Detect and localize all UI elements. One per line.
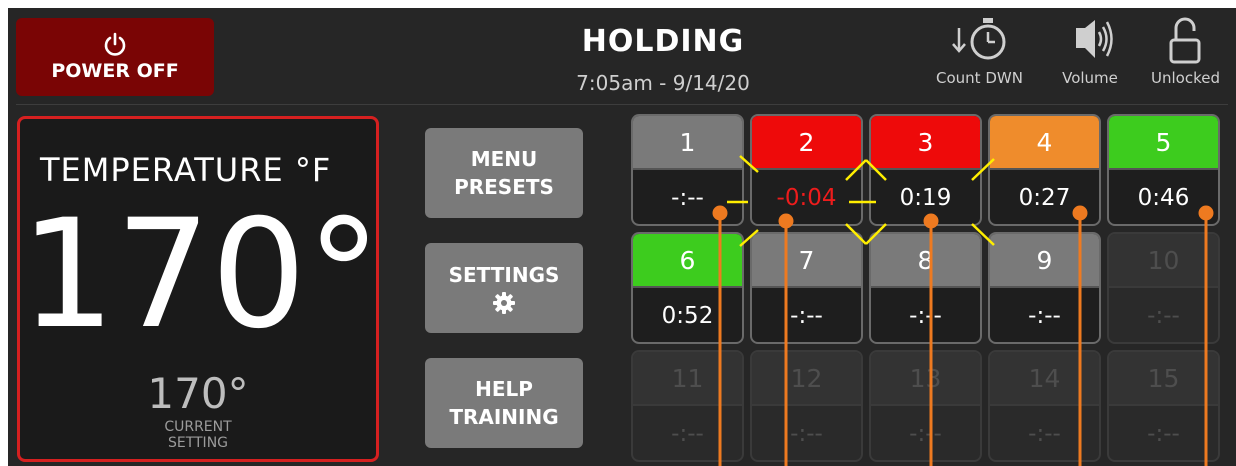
volume-button[interactable]: Volume xyxy=(1062,16,1118,87)
current-setting-label-line2: SETTING xyxy=(167,435,229,451)
gear-icon xyxy=(493,292,515,314)
tile-number: 1 xyxy=(633,116,742,168)
timer-tile-1[interactable]: 1 -:-- xyxy=(631,114,744,226)
tile-time: 0:27 xyxy=(990,168,1099,224)
timer-tile-2[interactable]: 2 -0:04 xyxy=(750,114,863,226)
temperature-value: 170° xyxy=(20,188,382,362)
lock-button[interactable]: Unlocked xyxy=(1151,16,1220,87)
tile-time: -:-- xyxy=(990,404,1099,460)
timer-tile-12[interactable]: 12 -:-- xyxy=(750,350,863,462)
current-setting-label: CURRENT SETTING xyxy=(20,419,376,451)
power-off-label: POWER OFF xyxy=(51,60,179,82)
timer-tile-5[interactable]: 5 0:46 xyxy=(1107,114,1220,226)
tile-number: 10 xyxy=(1109,234,1218,286)
timer-tile-4[interactable]: 4 0:27 xyxy=(988,114,1101,226)
help-training-line2: TRAINING xyxy=(449,405,559,429)
menu-presets-line2: PRESETS xyxy=(454,175,554,199)
timer-tile-15[interactable]: 15 -:-- xyxy=(1107,350,1220,462)
speaker-icon xyxy=(1076,20,1113,58)
tile-time: -:-- xyxy=(1109,404,1218,460)
tile-time: 0:46 xyxy=(1109,168,1218,224)
tile-number: 8 xyxy=(871,234,980,286)
help-training-line1: HELP xyxy=(475,377,533,401)
timer-tile-7[interactable]: 7 -:-- xyxy=(750,232,863,344)
tile-number: 3 xyxy=(871,116,980,168)
tile-number: 12 xyxy=(752,352,861,404)
volume-label: Volume xyxy=(1062,69,1118,87)
tile-time: -:-- xyxy=(1109,286,1218,342)
tile-number: 4 xyxy=(990,116,1099,168)
count-down-button[interactable]: Count DWN xyxy=(936,16,1023,87)
timer-tile-11[interactable]: 11 -:-- xyxy=(631,350,744,462)
help-training-button[interactable]: HELP TRAINING xyxy=(425,358,583,448)
menu-presets-button[interactable]: MENU PRESETS xyxy=(425,128,583,218)
tile-time: -:-- xyxy=(871,286,980,342)
tile-time: -:-- xyxy=(752,404,861,460)
menu-presets-line1: MENU xyxy=(470,147,538,171)
tile-number: 5 xyxy=(1109,116,1218,168)
tile-time: 0:52 xyxy=(633,286,742,342)
date-time: 7:05am - 9/14/20 xyxy=(576,71,750,95)
stopwatch-icon xyxy=(952,18,1006,60)
settings-button[interactable]: SETTINGS xyxy=(425,243,583,333)
timer-tile-14[interactable]: 14 -:-- xyxy=(988,350,1101,462)
count-down-label: Count DWN xyxy=(936,69,1023,87)
current-setting-label-line1: CURRENT xyxy=(164,419,232,435)
tile-time: -0:04 xyxy=(752,168,861,224)
tile-number: 7 xyxy=(752,234,861,286)
lock-label: Unlocked xyxy=(1151,69,1220,87)
tile-number: 2 xyxy=(752,116,861,168)
header-divider xyxy=(16,104,1228,105)
tile-time: -:-- xyxy=(871,404,980,460)
timer-tile-10[interactable]: 10 -:-- xyxy=(1107,232,1220,344)
temperature-panel[interactable]: TEMPERATURE °F 170° 170° CURRENT SETTING xyxy=(17,116,382,462)
timer-tile-13[interactable]: 13 -:-- xyxy=(869,350,982,462)
power-icon xyxy=(104,32,126,56)
power-off-button[interactable]: POWER OFF xyxy=(16,18,214,96)
timer-tile-3[interactable]: 3 0:19 xyxy=(869,114,982,226)
tile-time: -:-- xyxy=(752,286,861,342)
status-title: HOLDING xyxy=(581,24,745,59)
timer-tile-9[interactable]: 9 -:-- xyxy=(988,232,1101,344)
timer-tile-8[interactable]: 8 -:-- xyxy=(869,232,982,344)
tile-number: 15 xyxy=(1109,352,1218,404)
tile-time: -:-- xyxy=(990,286,1099,342)
unlocked-padlock-icon xyxy=(1169,17,1201,64)
settings-label: SETTINGS xyxy=(448,263,560,287)
tile-number: 6 xyxy=(633,234,742,286)
temperature-title: TEMPERATURE °F xyxy=(40,151,332,189)
tile-time: 0:19 xyxy=(871,168,980,224)
tile-number: 11 xyxy=(633,352,742,404)
current-setting-value: 170° xyxy=(147,369,249,418)
holding-cabinet-screen: POWER OFF HOLDING 7:05am - 9/14/20 Count… xyxy=(8,8,1236,466)
tile-time: -:-- xyxy=(633,168,742,224)
timer-tile-6[interactable]: 6 0:52 xyxy=(631,232,744,344)
tile-number: 14 xyxy=(990,352,1099,404)
tile-time: -:-- xyxy=(633,404,742,460)
tile-number: 9 xyxy=(990,234,1099,286)
tile-number: 13 xyxy=(871,352,980,404)
